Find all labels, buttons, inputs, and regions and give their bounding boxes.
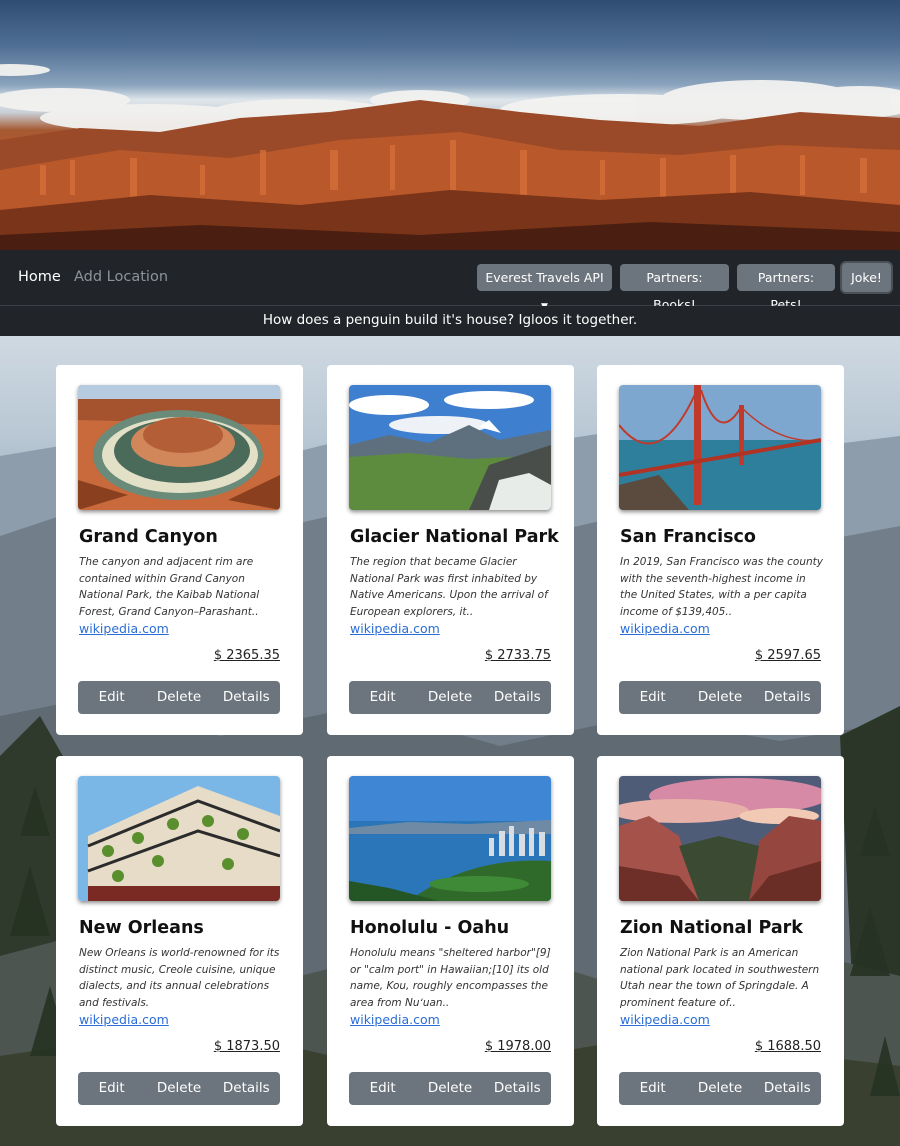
location-card: Grand Canyon The canyon and adjacent rim… (56, 365, 303, 735)
details-button[interactable]: Details (213, 681, 280, 714)
delete-button[interactable]: Delete (416, 1072, 483, 1105)
card-price: $ 2365.35 (213, 648, 280, 663)
delete-button[interactable]: Delete (686, 681, 753, 714)
card-description: In 2019, San Francisco was the county wi… (620, 556, 823, 618)
partners-pets-button[interactable]: Partners: Pets! (737, 264, 835, 312)
card-description: Honolulu means "sheltered harbor"[9] or … (350, 947, 551, 1009)
delete-button[interactable]: Delete (416, 681, 483, 714)
wikipedia-link[interactable]: wikipedia.com (620, 621, 710, 636)
joke-button[interactable]: Joke! (842, 263, 891, 292)
card-title: Glacier National Park (350, 527, 559, 547)
location-card: Honolulu - Oahu Honolulu means "sheltere… (327, 756, 574, 1126)
card-description: The canyon and adjacent rim are containe… (79, 556, 260, 618)
card-price: $ 1873.50 (213, 1039, 280, 1054)
delete-button[interactable]: Delete (145, 681, 212, 714)
card-actions: Edit Delete Details (619, 681, 821, 714)
card-actions: Edit Delete Details (619, 1072, 821, 1105)
wikipedia-link[interactable]: wikipedia.com (350, 1012, 440, 1027)
card-title: Grand Canyon (79, 527, 218, 547)
wikipedia-link[interactable]: wikipedia.com (79, 621, 169, 636)
card-price: $ 2597.65 (754, 648, 821, 663)
location-card: New Orleans New Orleans is world-renowne… (56, 756, 303, 1126)
card-price: $ 1978.00 (484, 1039, 551, 1054)
card-actions: Edit Delete Details (349, 681, 551, 714)
edit-button[interactable]: Edit (349, 681, 416, 714)
nav-home-link[interactable]: Home (18, 269, 61, 285)
details-button[interactable]: Details (754, 681, 821, 714)
edit-button[interactable]: Edit (78, 681, 145, 714)
card-price: $ 2733.75 (484, 648, 551, 663)
wikipedia-link[interactable]: wikipedia.com (350, 621, 440, 636)
delete-button[interactable]: Delete (145, 1072, 212, 1105)
dropdown-label: Everest Travels API (485, 270, 604, 285)
card-title: San Francisco (620, 527, 756, 547)
wikipedia-link[interactable]: wikipedia.com (620, 1012, 710, 1027)
card-description: Zion National Park is an American nation… (620, 947, 820, 1009)
details-button[interactable]: Details (754, 1072, 821, 1105)
card-actions: Edit Delete Details (78, 1072, 280, 1105)
joke-text: How does a penguin build it's house? Igl… (0, 306, 900, 336)
delete-button[interactable]: Delete (686, 1072, 753, 1105)
card-description: The region that became Glacier National … (350, 556, 548, 618)
card-actions: Edit Delete Details (78, 681, 280, 714)
honolulu-oahu-image (349, 776, 551, 901)
details-button[interactable]: Details (213, 1072, 280, 1105)
partners-books-button[interactable]: Partners: Books! (620, 264, 729, 312)
details-button[interactable]: Details (484, 1072, 551, 1105)
card-title: New Orleans (79, 918, 204, 938)
wikipedia-link[interactable]: wikipedia.com (79, 1012, 169, 1027)
location-card: San Francisco In 2019, San Francisco was… (597, 365, 844, 735)
everest-travels-api-dropdown[interactable]: Everest Travels API ▼ (477, 264, 612, 312)
zion-national-park-image (619, 776, 821, 901)
edit-button[interactable]: Edit (78, 1072, 145, 1105)
grand-canyon-image (78, 385, 280, 510)
card-price: $ 1688.50 (754, 1039, 821, 1054)
nav-add-location-link[interactable]: Add Location (74, 269, 168, 285)
edit-button[interactable]: Edit (349, 1072, 416, 1105)
location-card: Zion National Park Zion National Park is… (597, 756, 844, 1126)
san-francisco-image (619, 385, 821, 510)
location-card: Glacier National Park The region that be… (327, 365, 574, 735)
card-title: Honolulu - Oahu (350, 918, 510, 938)
edit-button[interactable]: Edit (619, 1072, 686, 1105)
glacier-national-park-image (349, 385, 551, 510)
card-actions: Edit Delete Details (349, 1072, 551, 1105)
card-description: New Orleans is world-renowned for its di… (79, 947, 280, 1009)
card-title: Zion National Park (620, 918, 803, 938)
header-banner-image (0, 0, 900, 250)
edit-button[interactable]: Edit (619, 681, 686, 714)
details-button[interactable]: Details (484, 681, 551, 714)
new-orleans-image (78, 776, 280, 901)
